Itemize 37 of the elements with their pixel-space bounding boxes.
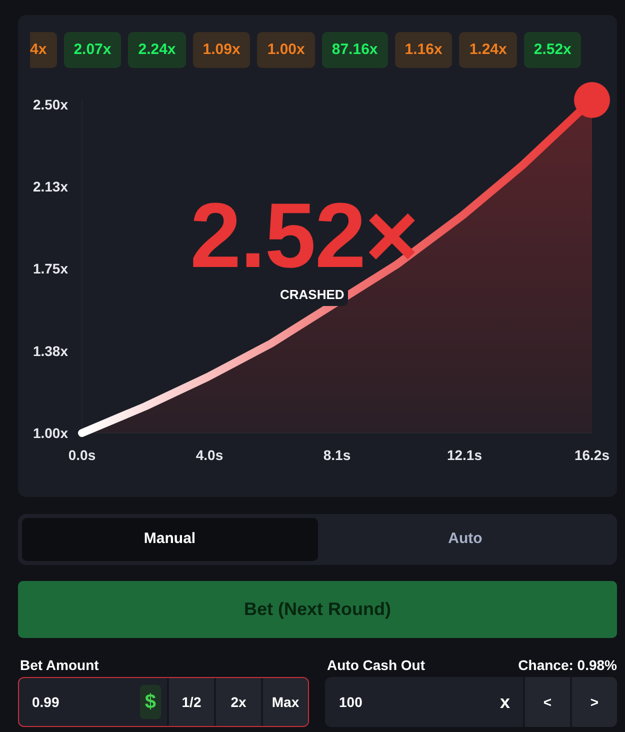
cash-out-field[interactable]: 100 x (325, 677, 523, 727)
x-tick-label: 0.0s (68, 447, 96, 463)
mode-tab[interactable]: Manual (22, 518, 318, 561)
chance-text: Chance: 0.98% (518, 656, 617, 674)
field-label: Bet Amount (20, 656, 100, 674)
y-tick-label: 1.38x (32, 342, 68, 359)
bet-adjust-button[interactable]: 1/2 (167, 678, 214, 726)
cash-out-adjust-button[interactable]: > (570, 677, 617, 727)
mode-tab[interactable]: Auto (318, 518, 613, 561)
y-tick-label: 1.00x (32, 425, 68, 441)
bet-adjust-button[interactable]: 2x (214, 678, 261, 726)
suffix-text: x (500, 690, 510, 714)
x-tick-label: 12.1s (446, 447, 482, 463)
crash-point (574, 82, 610, 118)
cash-out-input[interactable]: 100 (326, 678, 500, 726)
multiplier-text: 2.52× (190, 190, 418, 282)
y-tick-label: 2.13x (32, 178, 68, 195)
history-pill[interactable]: 87.16x (322, 32, 388, 68)
history-pill[interactable]: 1.16x (394, 32, 452, 68)
x-tick-label: 8.1s (323, 447, 351, 463)
history-pill[interactable]: 2.24x (128, 32, 186, 68)
history-pill[interactable]: 1.24x (459, 32, 517, 68)
history-pill[interactable]: 1.09x (192, 32, 250, 68)
x-tick-label: 16.2s (574, 447, 610, 463)
y-tick-label: 1.75x (32, 260, 68, 277)
history-pill[interactable]: 2.07x (64, 32, 122, 68)
x-tick-label: 4.0s (196, 447, 224, 463)
y-tick-label: 2.50x (32, 96, 68, 112)
cash-out-adjust-button[interactable]: < (523, 677, 570, 727)
history-pill[interactable]: 1.00x (257, 32, 315, 68)
history-pill[interactable]: 2.52x (524, 32, 582, 68)
bet-amount-field[interactable]: 0.99 $ 1/2 2x Max (18, 677, 309, 727)
history-pill[interactable]: 4x (30, 32, 57, 68)
bet-amount-input[interactable]: 0.99 (19, 678, 140, 726)
bet-adjust-button[interactable]: Max (261, 678, 308, 726)
field-label: Auto Cash Out (327, 656, 425, 674)
dollar-icon: $ (140, 685, 161, 719)
